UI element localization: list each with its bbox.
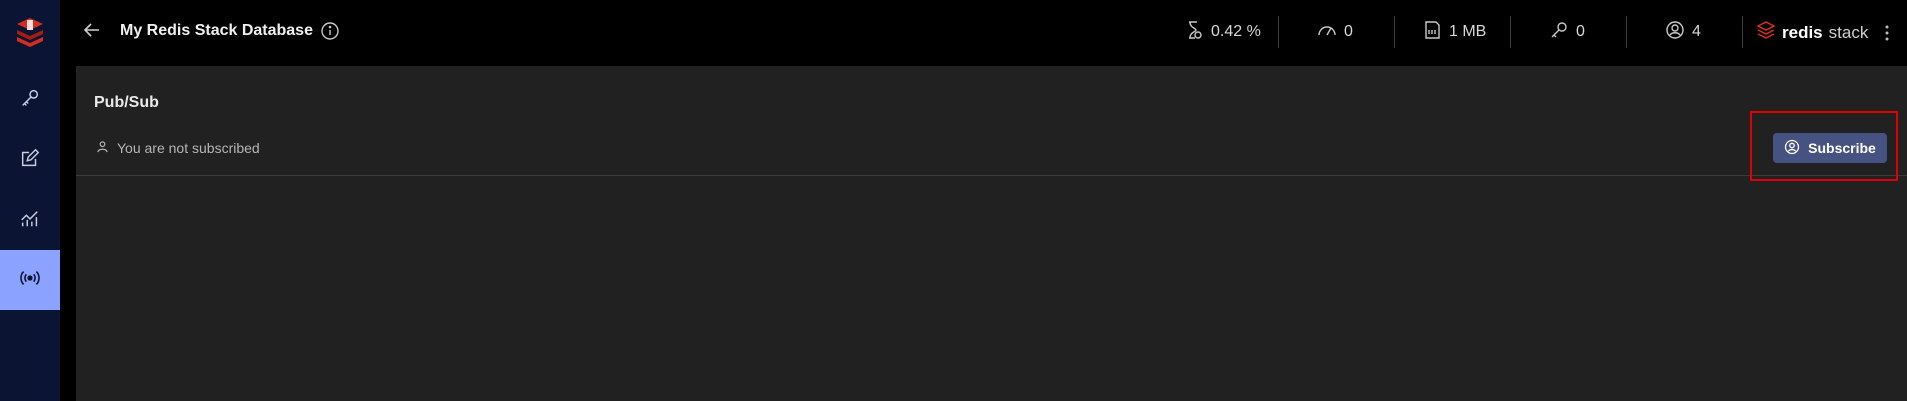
divider — [1394, 16, 1395, 48]
status-text: You are not subscribed — [117, 140, 260, 156]
page-title: Pub/Sub — [94, 94, 159, 111]
user-icon — [96, 140, 109, 156]
cpu-value: 0.42 % — [1211, 23, 1261, 40]
pubsub-panel: Pub/Sub You are not subscribed Subscribe — [76, 66, 1907, 401]
subscribe-button[interactable]: Subscribe — [1773, 133, 1887, 163]
redis-logo[interactable] — [13, 14, 47, 48]
back-arrow-icon[interactable] — [82, 20, 102, 40]
memory-stat: 1 MB — [1422, 20, 1486, 44]
key-icon — [19, 87, 41, 114]
keys-stat: 0 — [1549, 20, 1585, 44]
keys-value: 0 — [1576, 23, 1585, 40]
brand-suffix: stack — [1828, 22, 1869, 42]
user-circle-icon — [1784, 139, 1800, 158]
header-divider — [76, 175, 1907, 176]
subscription-status: You are not subscribed — [96, 140, 260, 156]
database-title: My Redis Stack Database — [120, 22, 313, 39]
memory-card-icon — [1422, 20, 1442, 45]
divider — [1742, 16, 1743, 48]
clients-value: 4 — [1692, 23, 1701, 40]
ops-value: 0 — [1344, 23, 1353, 40]
more-menu-icon[interactable] — [1885, 22, 1889, 44]
redis-stack-brand: redis stack — [1756, 20, 1868, 45]
divider — [1626, 16, 1627, 48]
sidebar-item-pubsub[interactable] — [0, 250, 60, 310]
divider — [1278, 16, 1279, 48]
hourglass-icon — [1184, 20, 1204, 45]
analytics-icon — [19, 207, 41, 234]
sidebar-item-workbench[interactable] — [0, 130, 60, 190]
divider — [1510, 16, 1511, 48]
gauge-icon — [1317, 20, 1337, 45]
stack-icon — [1756, 20, 1776, 45]
pubsub-icon — [19, 267, 41, 294]
sidebar-item-browser[interactable] — [0, 70, 60, 130]
ops-stat: 0 — [1317, 20, 1353, 44]
clients-stat: 4 — [1665, 20, 1701, 44]
edit-icon — [19, 147, 41, 174]
sidebar-item-analysis[interactable] — [0, 190, 60, 250]
user-circle-icon — [1665, 20, 1685, 45]
key-icon — [1549, 20, 1569, 45]
cpu-stat: 0.42 % — [1184, 20, 1261, 44]
info-icon[interactable] — [320, 21, 340, 41]
brand-name: redis — [1782, 22, 1823, 42]
sidebar — [0, 0, 60, 401]
memory-value: 1 MB — [1449, 23, 1487, 40]
subscribe-label: Subscribe — [1808, 140, 1876, 156]
